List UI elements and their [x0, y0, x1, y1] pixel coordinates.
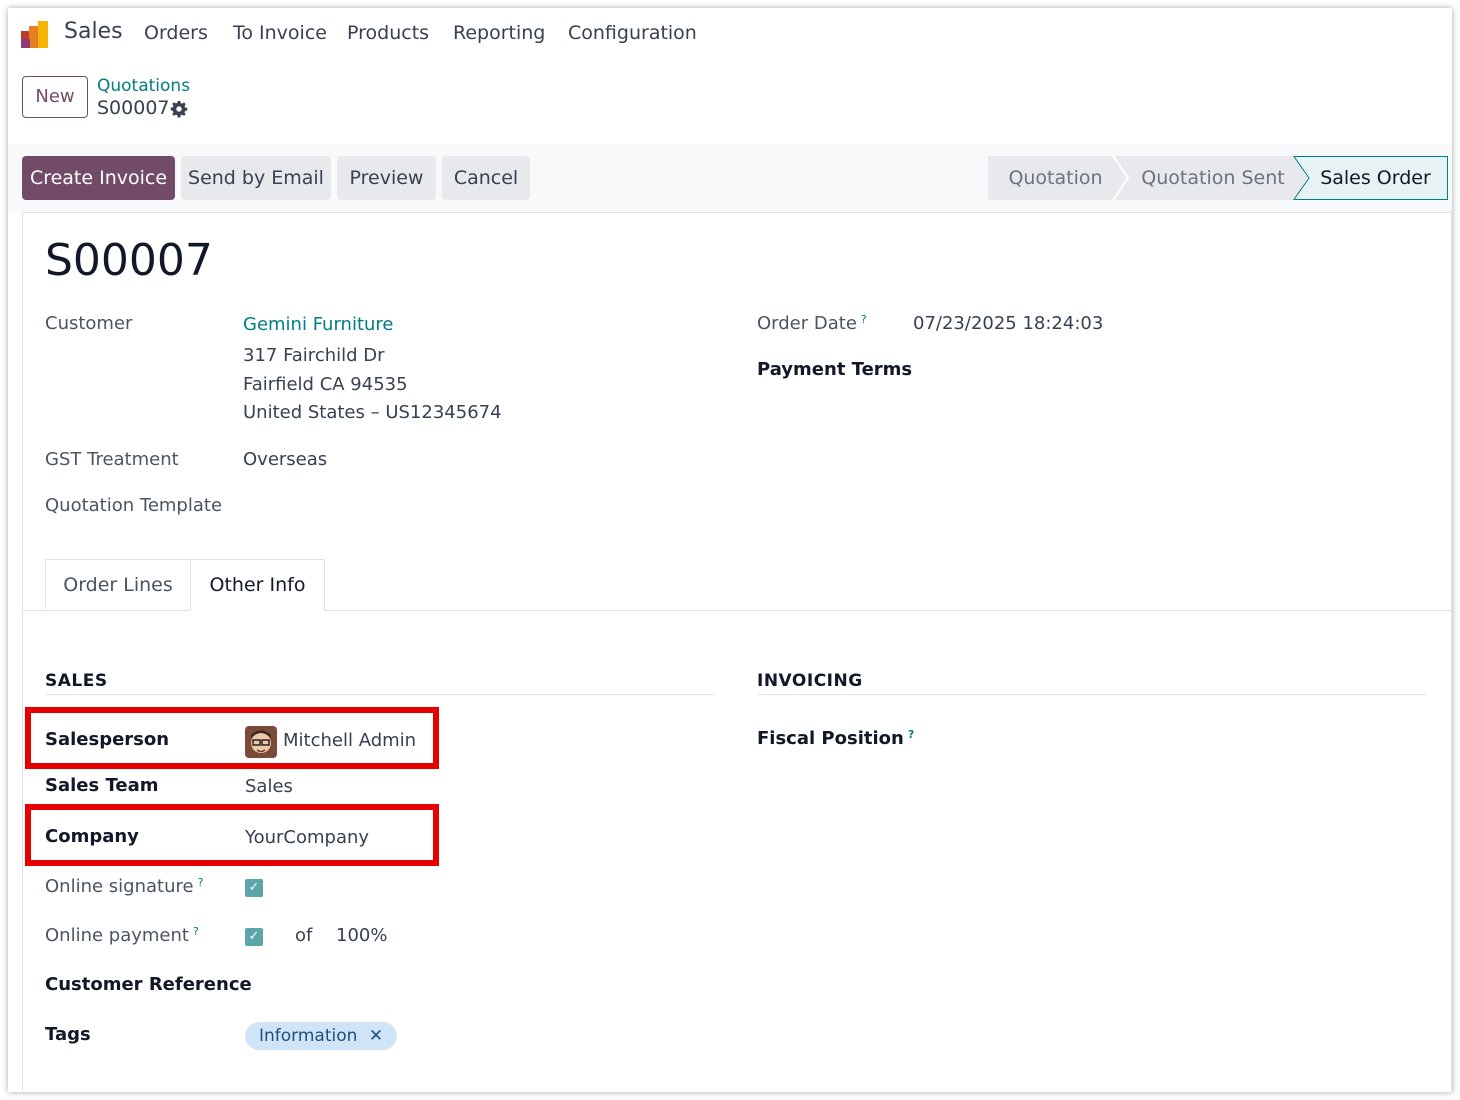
nav-item-products[interactable]: Products — [347, 22, 429, 44]
tags-label: Tags — [45, 1024, 91, 1045]
record-title: S00007 — [45, 235, 213, 286]
gear-icon[interactable] — [170, 100, 188, 118]
cancel-button[interactable]: Cancel — [442, 156, 530, 200]
action-bar: Create Invoice Send by Email Preview Can… — [8, 144, 1452, 212]
sales-section-rule — [45, 694, 714, 695]
of-label: of — [295, 925, 313, 946]
order-date-label-text: Order Date — [757, 313, 857, 334]
preview-button[interactable]: Preview — [337, 156, 436, 200]
breadcrumb-quotations[interactable]: Quotations — [97, 76, 190, 96]
online-payment-checkbox[interactable]: ✓ — [245, 928, 263, 946]
tab-order-lines[interactable]: Order Lines — [45, 559, 191, 611]
customer-label: Customer — [45, 313, 133, 334]
send-by-email-button[interactable]: Send by Email — [181, 156, 331, 200]
nav-app-name[interactable]: Sales — [64, 19, 123, 44]
help-icon[interactable]: ? — [193, 925, 199, 938]
status-quotation[interactable]: Quotation — [988, 156, 1123, 200]
address-line-3: United States – US12345674 — [243, 402, 502, 423]
address-line-1: 317 Fairchild Dr — [243, 345, 385, 366]
sales-app-icon[interactable] — [20, 19, 50, 49]
online-signature-label-text: Online signature — [45, 876, 194, 897]
order-date-label: Order Date? — [757, 313, 867, 334]
status-quotation-sent[interactable]: Quotation Sent — [1128, 156, 1298, 200]
sales-team-value[interactable]: Sales — [245, 776, 293, 797]
app-window: Sales Orders To Invoice Products Reporti… — [8, 8, 1452, 1092]
tag-label: Information — [259, 1026, 358, 1046]
order-date-value[interactable]: 07/23/2025 18:24:03 — [913, 313, 1103, 334]
nav-item-reporting[interactable]: Reporting — [453, 22, 545, 44]
control-panel: New Quotations S00007 — [8, 60, 1452, 145]
payment-terms-label: Payment Terms — [757, 359, 913, 380]
online-payment-label-text: Online payment — [45, 925, 189, 946]
payment-percent-value[interactable]: 100% — [336, 925, 387, 946]
online-signature-checkbox[interactable]: ✓ — [245, 879, 263, 897]
salesperson-highlight-box — [25, 707, 439, 769]
customer-link[interactable]: Gemini Furniture — [243, 314, 394, 335]
online-signature-label: Online signature? — [45, 876, 203, 897]
new-button[interactable]: New — [22, 76, 88, 118]
top-navbar: Sales Orders To Invoice Products Reporti… — [8, 8, 1452, 60]
create-invoice-button[interactable]: Create Invoice — [22, 156, 175, 200]
close-icon[interactable]: ✕ — [369, 1026, 383, 1046]
invoicing-section-title: INVOICING — [757, 671, 863, 691]
status-bar: Quotation Quotation Sent Sales Order — [988, 156, 1448, 200]
help-icon[interactable]: ? — [908, 728, 914, 741]
status-sales-order[interactable]: Sales Order — [1308, 156, 1443, 200]
nav-item-orders[interactable]: Orders — [144, 22, 208, 44]
online-payment-label: Online payment? — [45, 925, 199, 946]
tag-information: Information ✕ — [245, 1022, 398, 1050]
sales-team-label: Sales Team — [45, 775, 159, 796]
address-line-2: Fairfield CA 94535 — [243, 374, 408, 395]
quotation-template-label: Quotation Template — [45, 495, 223, 516]
fiscal-position-label: Fiscal Position? — [757, 728, 914, 749]
nav-item-configuration[interactable]: Configuration — [568, 22, 697, 44]
help-icon[interactable]: ? — [198, 876, 204, 889]
customer-reference-label: Customer Reference — [45, 974, 252, 995]
sales-section-title: SALES — [45, 671, 108, 691]
form-sheet: S00007 Customer Gemini Furniture 317 Fai… — [22, 212, 1452, 1092]
gst-treatment-value[interactable]: Overseas — [243, 449, 327, 470]
invoicing-section-rule — [757, 694, 1427, 695]
nav-item-to-invoice[interactable]: To Invoice — [233, 22, 327, 44]
fiscal-position-label-text: Fiscal Position — [757, 728, 904, 749]
breadcrumb-current: S00007 — [97, 97, 170, 119]
help-icon[interactable]: ? — [861, 313, 867, 326]
gst-treatment-label: GST Treatment — [45, 449, 179, 470]
tab-other-info[interactable]: Other Info — [190, 559, 325, 611]
company-highlight-box — [25, 804, 439, 866]
